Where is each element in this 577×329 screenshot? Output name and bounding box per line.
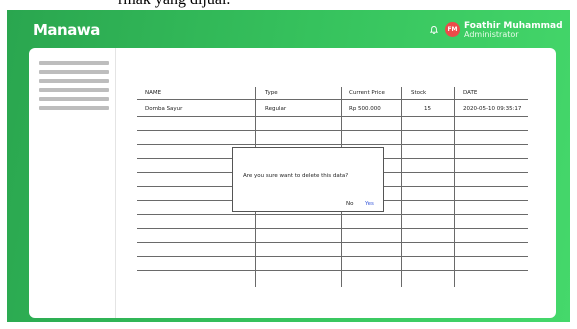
sidebar-item[interactable]	[39, 106, 109, 110]
user-role: Administrator	[464, 30, 519, 39]
sidebar-item[interactable]	[39, 88, 109, 92]
cell-type: Regular	[265, 106, 287, 112]
row-divider	[137, 144, 528, 145]
column-divider	[454, 87, 455, 287]
yes-button[interactable]: Yes	[365, 201, 374, 207]
row-divider	[137, 228, 528, 229]
sidebar-item[interactable]	[39, 61, 109, 65]
caption-text: rmak yang dijual.	[118, 0, 230, 9]
sidebar-item[interactable]	[39, 79, 109, 83]
column-header-stock[interactable]: Stock	[411, 90, 426, 96]
column-divider	[401, 87, 402, 287]
column-header-date[interactable]: DATE	[463, 90, 477, 96]
caption-strip: rmak yang dijual.	[0, 0, 577, 10]
row-divider	[137, 99, 528, 100]
row-divider	[137, 130, 528, 131]
app-logo: Manawa	[33, 21, 100, 39]
column-header-type[interactable]: Type	[265, 90, 278, 96]
column-header-price[interactable]: Current Price	[349, 90, 385, 96]
column-header-name[interactable]: NAME	[145, 90, 161, 96]
sidebar-item[interactable]	[39, 97, 109, 101]
row-divider	[137, 242, 528, 243]
sidebar	[29, 48, 116, 318]
row-divider	[137, 270, 528, 271]
cell-price: Rp 500.000	[349, 106, 381, 112]
row-divider	[137, 214, 528, 215]
no-button[interactable]: No	[346, 201, 353, 207]
cell-name: Domba Sayur	[145, 106, 183, 112]
dialog-message: Are you sure want to delete this data?	[243, 173, 349, 179]
row-divider	[137, 116, 528, 117]
cell-stock: 15	[424, 106, 431, 112]
bell-icon[interactable]	[429, 25, 439, 35]
avatar[interactable]: FM	[445, 22, 460, 37]
cell-date: 2020-05-10 09:35:17	[463, 106, 522, 112]
sidebar-item[interactable]	[39, 70, 109, 74]
row-divider	[137, 256, 528, 257]
confirm-delete-dialog: Are you sure want to delete this data? N…	[232, 147, 384, 212]
